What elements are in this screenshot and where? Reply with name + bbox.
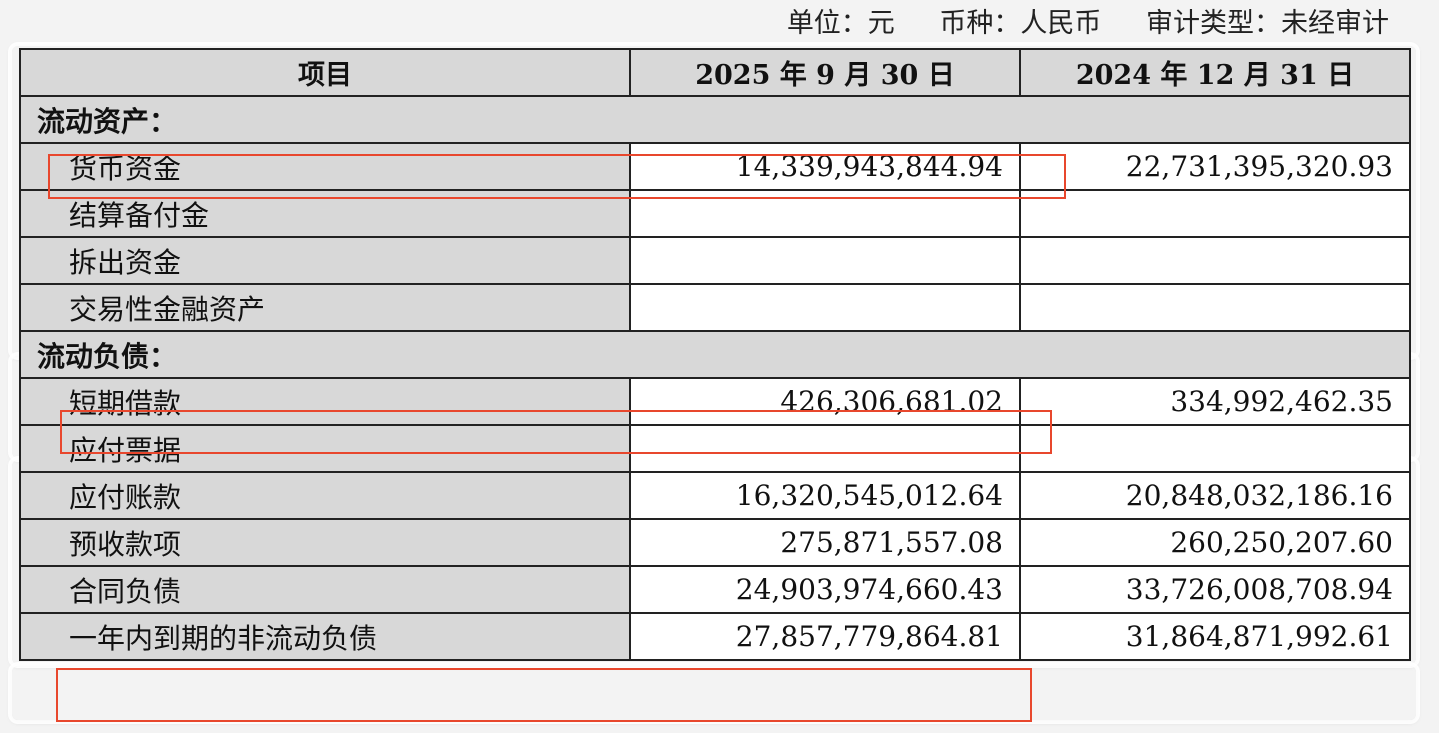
value-2025: 14,339,943,844.94 — [629, 142, 1021, 191]
value-2024 — [1019, 424, 1411, 473]
section-label: 流动负债： — [19, 330, 1411, 379]
band-noncurrent-due — [12, 666, 1416, 720]
value-2024: 334,992,462.35 — [1019, 377, 1411, 426]
section-row-current-assets: 流动资产： — [19, 95, 1411, 144]
row-label: 拆出资金 — [19, 236, 631, 285]
row-label: 结算备付金 — [19, 189, 631, 238]
unit-label: 单位：元 — [786, 8, 895, 39]
value-2024 — [1019, 189, 1411, 238]
table-row: 短期借款 426,306,681.02 334,992,462.35 — [19, 377, 1411, 426]
value-2025 — [629, 283, 1021, 332]
section-row-current-liabilities: 流动负债： — [19, 330, 1411, 379]
table-header-row: 项目 2025 年 9 月 30 日 2024 年 12 月 31 日 — [19, 48, 1411, 97]
col-header-2025-09-30: 2025 年 9 月 30 日 — [629, 48, 1021, 97]
row-label: 预收款项 — [19, 518, 631, 567]
table-row: 货币资金 14,339,943,844.94 22,731,395,320.93 — [19, 142, 1411, 191]
row-label: 一年内到期的非流动负债 — [19, 612, 631, 661]
value-2024: 260,250,207.60 — [1019, 518, 1411, 567]
value-2024: 20,848,032,186.16 — [1019, 471, 1411, 520]
col-header-item: 项目 — [19, 48, 631, 97]
currency-label: 币种：人民币 — [939, 8, 1102, 39]
value-2025: 24,903,974,660.43 — [629, 565, 1021, 614]
page: 单位：元 币种：人民币 审计类型：未经审计 项目 2025 年 9 月 30 日… — [0, 0, 1439, 733]
col-header-2024-12-31: 2024 年 12 月 31 日 — [1019, 48, 1411, 97]
unit-currency-audit-line: 单位：元 币种：人民币 审计类型：未经审计 — [787, 4, 1389, 44]
value-2025: 16,320,545,012.64 — [629, 471, 1021, 520]
row-label: 应付票据 — [19, 424, 631, 473]
row-label: 应付账款 — [19, 471, 631, 520]
table-row: 预收款项 275,871,557.08 260,250,207.60 — [19, 518, 1411, 567]
table-row: 应付票据 — [19, 424, 1411, 473]
value-2024: 22,731,395,320.93 — [1019, 142, 1411, 191]
balance-sheet-table: 项目 2025 年 9 月 30 日 2024 年 12 月 31 日 流动资产… — [19, 48, 1411, 661]
value-2025: 426,306,681.02 — [629, 377, 1021, 426]
row-label: 交易性金融资产 — [19, 283, 631, 332]
value-2024: 31,864,871,992.61 — [1019, 612, 1411, 661]
table-row: 结算备付金 — [19, 189, 1411, 238]
value-2025: 275,871,557.08 — [629, 518, 1021, 567]
table-row: 拆出资金 — [19, 236, 1411, 285]
highlight-box-noncurrent-due — [56, 668, 1032, 722]
audit-type-label: 审计类型：未经审计 — [1146, 8, 1389, 39]
value-2025 — [629, 424, 1021, 473]
section-label: 流动资产： — [19, 95, 1411, 144]
table-row: 交易性金融资产 — [19, 283, 1411, 332]
value-2025: 27,857,779,864.81 — [629, 612, 1021, 661]
row-label: 货币资金 — [19, 142, 631, 191]
value-2024 — [1019, 283, 1411, 332]
table-row: 合同负债 24,903,974,660.43 33,726,008,708.94 — [19, 565, 1411, 614]
table-row: 应付账款 16,320,545,012.64 20,848,032,186.16 — [19, 471, 1411, 520]
value-2024 — [1019, 236, 1411, 285]
row-label: 合同负债 — [19, 565, 631, 614]
value-2025 — [629, 236, 1021, 285]
value-2025 — [629, 189, 1021, 238]
row-label: 短期借款 — [19, 377, 631, 426]
value-2024: 33,726,008,708.94 — [1019, 565, 1411, 614]
table-row: 一年内到期的非流动负债 27,857,779,864.81 31,864,871… — [19, 612, 1411, 661]
